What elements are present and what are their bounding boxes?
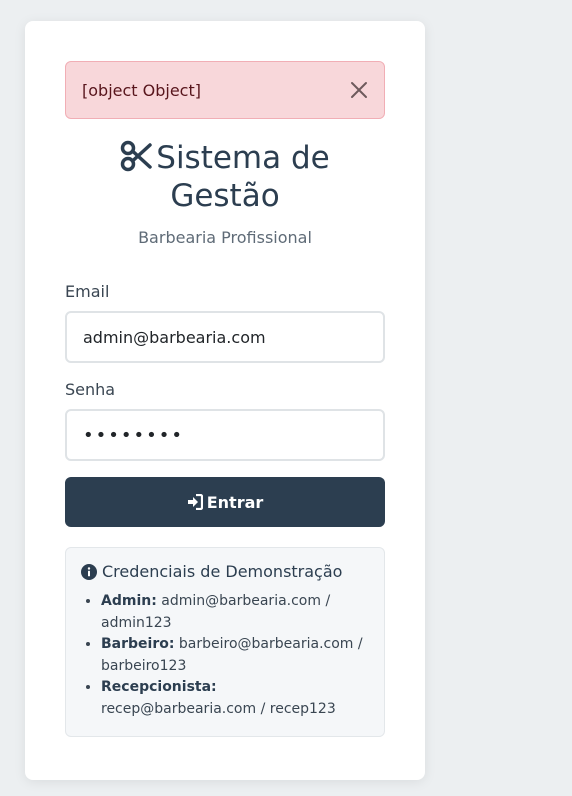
alert-message: [object Object] [82,80,201,100]
page-title: Sistema de Gestão [65,139,385,215]
email-field[interactable]: admin@barbearia.com [65,311,385,363]
demo-credentials-list: Admin: admin@barbearia.com / admin123 Ba… [81,591,369,720]
role-label: Recepcionista: [101,679,217,695]
email-value: admin@barbearia.com [83,327,266,347]
password-value: •••••••• [83,424,184,446]
email-label: Email [65,282,110,301]
list-item: Recepcionista: recep@barbearia.com / rec… [101,677,369,720]
close-icon[interactable] [348,79,370,101]
title-text: Sistema de Gestão [156,140,330,214]
password-label: Senha [65,380,116,399]
role-label: Admin: [101,593,157,609]
scissors-icon [121,140,153,172]
role-label: Barbeiro: [101,636,175,652]
demo-title: Credenciais de Demonstração [81,562,369,581]
info-circle-icon [81,563,97,580]
page-subtitle: Barbearia Profissional [138,228,312,247]
sign-in-icon [187,494,203,510]
login-button-label: Entrar [206,492,264,512]
list-item: Admin: admin@barbearia.com / admin123 [101,591,369,634]
credentials-text: recep@barbearia.com / recep123 [101,700,336,717]
demo-title-text: Credenciais de Demonstração [102,562,343,581]
password-field[interactable]: •••••••• [65,409,385,461]
error-alert: [object Object] [65,61,385,119]
list-item: Barbeiro: barbeiro@barbearia.com / barbe… [101,634,369,677]
demo-credentials-box: Credenciais de Demonstração Admin: admin… [65,547,385,737]
login-button[interactable]: Entrar [65,477,385,527]
login-card: [object Object] Sistema de Gestão Barbea… [25,21,425,780]
